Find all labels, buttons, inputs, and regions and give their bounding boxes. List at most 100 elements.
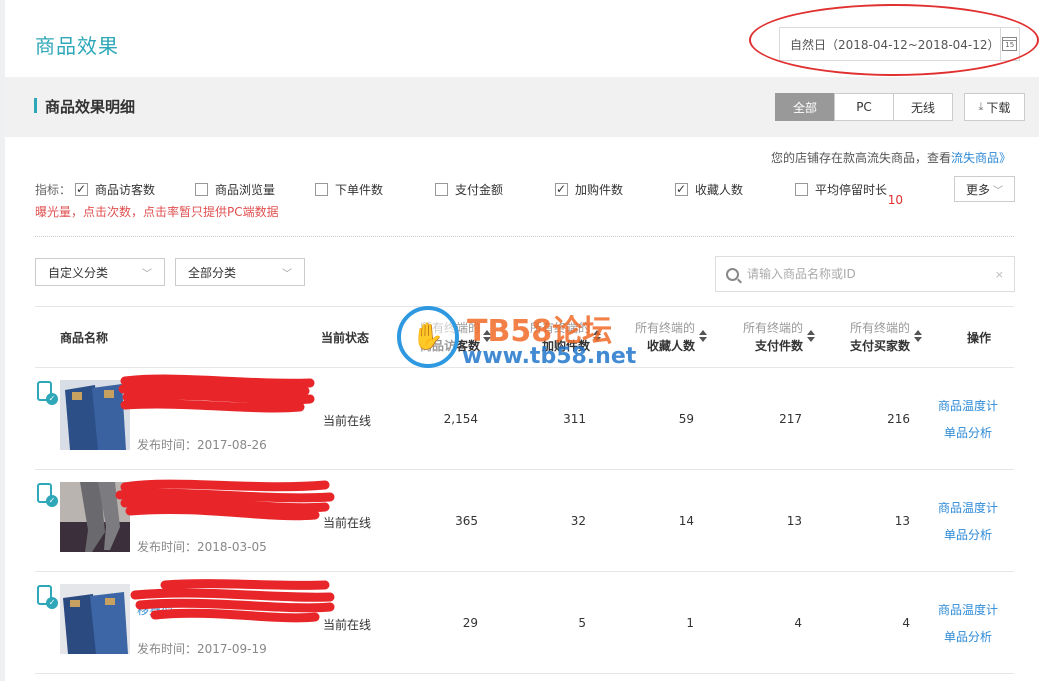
publish-date: 发布时间：2017-08-26 <box>137 438 267 452</box>
col-ops: 操作 <box>967 331 992 345</box>
item-analysis-link[interactable]: 单品分析 <box>933 624 1003 651</box>
paid-items-value: 217 <box>779 412 802 426</box>
redaction-scribble <box>118 374 315 413</box>
row-actions: 商品温度计 单品分析 <box>933 495 1003 549</box>
indicator-dwell-label: 平均停留时长 <box>815 183 888 197</box>
paid-items-value: 13 <box>786 514 802 528</box>
tab-pc[interactable]: PC <box>834 93 894 121</box>
date-range-label[interactable]: 自然日（2018-04-12~2018-04-12） <box>780 36 1000 53</box>
custom-category-value: 自定义分类 <box>48 265 109 280</box>
buyers-value: 4 <box>902 616 910 630</box>
terminal-tabs: 全部 PC 无线 <box>775 93 953 121</box>
indicator-visitors[interactable]: 商品访客数 <box>75 181 155 198</box>
paid-items-value: 4 <box>794 616 802 630</box>
row-actions: 商品温度计 单品分析 <box>933 597 1003 651</box>
product-thumbnail[interactable] <box>60 380 130 450</box>
checkbox-cart[interactable] <box>555 181 568 197</box>
sort-icon[interactable] <box>593 330 601 342</box>
more-indicators-button[interactable]: 更多 ﹀ <box>954 176 1015 202</box>
favorites-value: 14 <box>678 514 694 528</box>
cart-value: 32 <box>570 514 586 528</box>
checkbox-favorites[interactable] <box>675 181 688 197</box>
col-cart[interactable]: 所有终端的 加购件数 <box>515 319 590 355</box>
date-range-picker[interactable]: 自然日（2018-04-12~2018-04-12） 15 <box>779 27 1020 61</box>
download-label: 下载 <box>986 100 1011 115</box>
col-product-name: 商品名称 <box>60 331 109 345</box>
thermometer-link[interactable]: 商品温度计 <box>933 393 1003 420</box>
chevron-down-icon: ﹀ <box>993 185 1003 197</box>
col-status: 当前状态 <box>321 331 370 345</box>
chevron-down-icon: ﹀ <box>142 268 152 280</box>
indicator-orders-label: 下单件数 <box>335 183 384 197</box>
favorites-value: 1 <box>686 616 694 630</box>
checkbox-dwell[interactable] <box>795 183 808 196</box>
notice-prefix: 您的店铺存在 <box>770 151 843 165</box>
product-name[interactable]: 移身型 <box>137 602 307 619</box>
search-input[interactable] <box>747 267 987 281</box>
item-analysis-link[interactable]: 单品分析 <box>933 522 1003 549</box>
product-status: 当前在线 <box>323 414 372 428</box>
chevron-down-icon: ﹀ <box>282 268 292 280</box>
product-thumbnail[interactable] <box>60 482 130 552</box>
col-visitors[interactable]: 所有终端的 商品访客数 <box>405 319 480 355</box>
table-row: 发布时间：2017-08-26 当前在线 2,154 311 59 217 21… <box>35 368 1014 470</box>
section-title: 商品效果明细 <box>45 98 136 116</box>
sort-icon[interactable] <box>483 330 491 342</box>
visitors-value: 29 <box>462 616 478 630</box>
cart-value: 311 <box>563 412 586 426</box>
checkbox-payment[interactable] <box>435 183 448 196</box>
col-buyers[interactable]: 所有终端的 支付买家数 <box>835 319 910 355</box>
indicator-dwell[interactable]: 平均停留时长 <box>795 181 887 198</box>
cart-value: 5 <box>578 616 586 630</box>
custom-category-select[interactable]: 自定义分类 ﹀ <box>35 258 165 286</box>
col-favorites[interactable]: 所有终端的 收藏人数 <box>620 319 695 355</box>
lost-goods-link[interactable]: 流失商品》 <box>951 151 1011 165</box>
notice-middle: 款高流失商品，查看 <box>842 151 951 165</box>
checkbox-orders[interactable] <box>315 183 328 196</box>
product-search[interactable]: × <box>715 256 1015 292</box>
mobile-device-icon <box>37 585 58 609</box>
col-paid-items[interactable]: 所有终端的 支付件数 <box>728 319 803 355</box>
table-header: 商品名称 当前状态 所有终端的 商品访客数 所有终端的 加购件数 所有终端的 收… <box>35 306 1014 368</box>
indicator-payment[interactable]: 支付金额 <box>435 181 503 198</box>
calendar-button[interactable]: 15 <box>999 28 1019 60</box>
indicator-orders[interactable]: 下单件数 <box>315 181 383 198</box>
product-thumbnail[interactable] <box>60 584 130 654</box>
redaction-scribble <box>115 479 335 521</box>
checkbox-visitors[interactable] <box>75 181 88 197</box>
buyers-value: 216 <box>887 412 910 426</box>
indicator-favorites-label: 收藏人数 <box>695 183 744 197</box>
mobile-device-icon <box>37 381 58 405</box>
table-row: 发布时间：2018-03-05 当前在线 365 32 14 13 13 商品温… <box>35 470 1014 572</box>
indicator-cart-label: 加购件数 <box>575 183 624 197</box>
visitors-value: 2,154 <box>443 412 478 426</box>
indicator-payment-label: 支付金额 <box>455 183 504 197</box>
sort-icon[interactable] <box>807 330 815 342</box>
download-button[interactable]: ⤓ 下载 <box>964 93 1025 121</box>
row-actions: 商品温度计 单品分析 <box>933 393 1003 447</box>
mobile-device-icon <box>37 483 58 507</box>
visitors-value: 365 <box>455 514 478 528</box>
indicator-visitors-label: 商品访客数 <box>95 183 156 197</box>
clear-icon[interactable]: × <box>995 268 1004 281</box>
download-icon: ⤓ <box>978 100 984 113</box>
thermometer-link[interactable]: 商品温度计 <box>933 597 1003 624</box>
tab-all[interactable]: 全部 <box>775 93 835 121</box>
page-header: 商品效果 自然日（2018-04-12~2018-04-12） 15 <box>5 0 1039 77</box>
sort-icon[interactable] <box>914 330 922 342</box>
more-label: 更多 <box>965 182 990 197</box>
sort-icon[interactable] <box>699 330 707 342</box>
tab-wireless[interactable]: 无线 <box>893 93 953 121</box>
buyers-value: 13 <box>894 514 910 528</box>
checkbox-pageviews[interactable] <box>195 183 208 196</box>
search-icon <box>726 267 739 281</box>
thermometer-link[interactable]: 商品温度计 <box>933 495 1003 522</box>
all-category-select[interactable]: 全部分类 ﹀ <box>175 258 305 286</box>
all-category-value: 全部分类 <box>188 265 237 280</box>
section-marker <box>34 98 37 113</box>
indicator-favorites[interactable]: 收藏人数 <box>675 181 743 198</box>
indicator-pageviews[interactable]: 商品浏览量 <box>195 181 275 198</box>
favorites-value: 59 <box>678 412 694 426</box>
item-analysis-link[interactable]: 单品分析 <box>933 420 1003 447</box>
indicator-cart[interactable]: 加购件数 <box>555 181 623 198</box>
